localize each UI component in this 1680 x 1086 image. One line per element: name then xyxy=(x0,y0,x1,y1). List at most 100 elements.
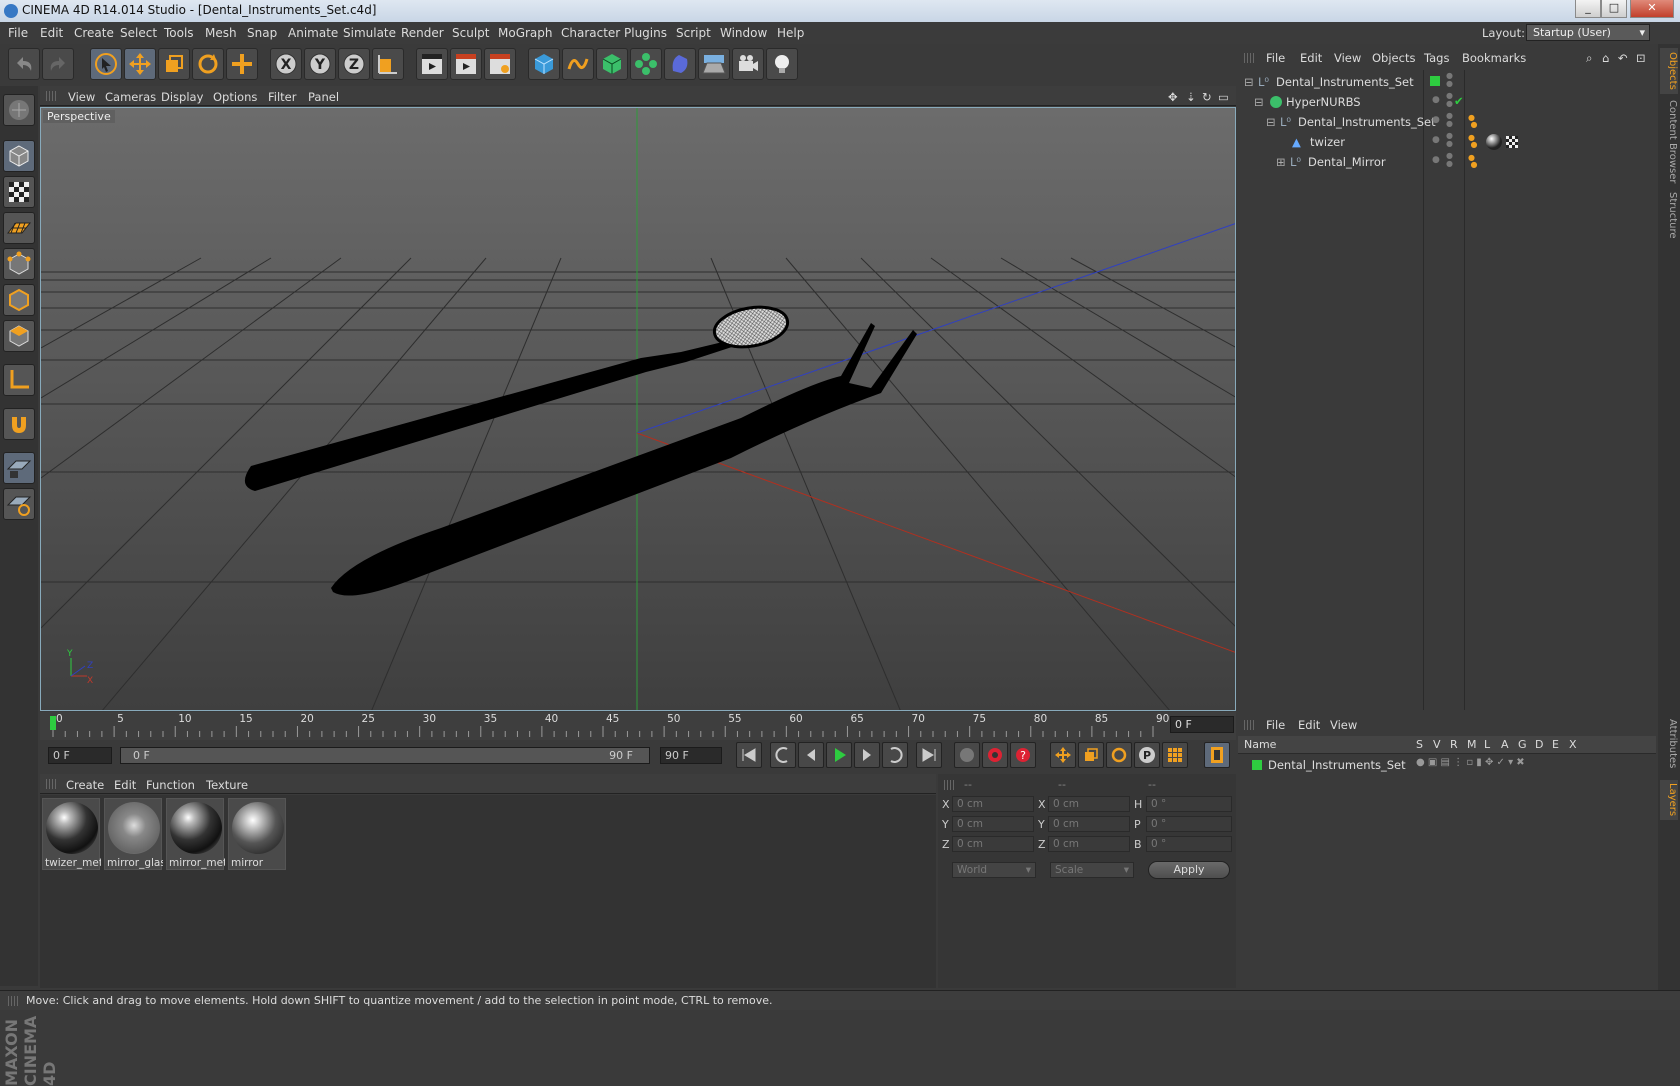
redo-button[interactable] xyxy=(42,48,74,80)
rotate-tool-button[interactable] xyxy=(192,48,224,80)
play-button[interactable] xyxy=(826,742,852,768)
menu-plugins[interactable]: Plugins xyxy=(624,26,667,40)
y-axis-lock-button[interactable]: Y xyxy=(304,48,336,80)
prev-key-button[interactable] xyxy=(770,742,796,768)
frame-range-slider[interactable]: 0 F 90 F xyxy=(120,747,650,764)
timeline-ruler[interactable]: 0 5 10 15 20 25 30 35 40 45 50 55 60 65 70 75 80 85 90 xyxy=(50,713,1169,738)
visibility-dots-icon[interactable]: ● ● xyxy=(1446,132,1453,148)
column-solo[interactable]: S xyxy=(1416,738,1423,751)
size-y-field[interactable]: 0 cm xyxy=(1048,816,1130,832)
menu-mesh[interactable]: Mesh xyxy=(205,26,237,40)
move-tool-button[interactable] xyxy=(124,48,156,80)
render-picture-viewer-button[interactable] xyxy=(450,48,482,80)
menu-character[interactable]: Character xyxy=(561,26,620,40)
column-expressions[interactable]: E xyxy=(1552,738,1559,751)
panel-grip-icon[interactable] xyxy=(46,91,56,101)
material-swatch[interactable]: mirror xyxy=(228,798,286,870)
tag-icon[interactable]: ● ● xyxy=(1468,154,1478,169)
layer-color-icon[interactable] xyxy=(1252,760,1262,770)
menu-render[interactable]: Render xyxy=(401,26,444,40)
go-to-start-button[interactable] xyxy=(736,742,762,768)
column-render[interactable]: R xyxy=(1450,738,1458,751)
position-y-field[interactable]: 0 cm xyxy=(952,816,1034,832)
planar-workplane-button[interactable] xyxy=(3,488,35,520)
object-menu-bookmarks[interactable]: Bookmarks xyxy=(1462,51,1526,65)
undo-button[interactable] xyxy=(8,48,40,80)
menu-select[interactable]: Select xyxy=(120,26,157,40)
visibility-dot-icon[interactable]: ● xyxy=(1432,95,1440,105)
viewport-menu-panel[interactable]: Panel xyxy=(308,90,339,104)
object-menu-objects[interactable]: Objects xyxy=(1372,51,1415,65)
menu-help[interactable]: Help xyxy=(777,26,804,40)
viewport-menu-cameras[interactable]: Cameras xyxy=(105,90,156,104)
viewport-menu-options[interactable]: Options xyxy=(213,90,257,104)
menu-tools[interactable]: Tools xyxy=(164,26,194,40)
column-view[interactable]: V xyxy=(1433,738,1441,751)
rotation-b-field[interactable]: 0 ° xyxy=(1146,836,1232,852)
current-frame-field[interactable]: 0 F xyxy=(1170,716,1234,733)
viewport-menu-view[interactable]: View xyxy=(68,90,95,104)
column-locked[interactable]: L xyxy=(1484,738,1490,751)
key-rotation-button[interactable] xyxy=(1106,742,1132,768)
layer-menu-file[interactable]: File xyxy=(1266,718,1285,732)
coordinate-system-button[interactable] xyxy=(372,48,404,80)
menu-window[interactable]: Window xyxy=(720,26,767,40)
perspective-viewport[interactable]: Y Z X Perspective xyxy=(40,107,1236,711)
material-tag-icon[interactable] xyxy=(1486,134,1502,150)
object-row-hypernurbs[interactable]: ⊟ HyperNURBS ● ● ● ✔ xyxy=(1238,92,1656,112)
viewport-menu-filter[interactable]: Filter xyxy=(268,90,296,104)
viewport-zoom-icon[interactable]: ⇣ xyxy=(1186,90,1196,104)
layer-flags-icons[interactable]: ● ▣ ▤ ⋮ ▫ ▮ ✥ ✓ ▾ ✖ xyxy=(1416,757,1525,768)
search-icon[interactable]: ⌕ xyxy=(1586,51,1592,66)
panel-grip-icon[interactable] xyxy=(944,780,954,790)
add-array-button[interactable] xyxy=(630,48,662,80)
collapse-icon[interactable]: ⊟ xyxy=(1244,75,1254,89)
add-cube-button[interactable] xyxy=(528,48,560,80)
key-pla-button[interactable] xyxy=(1162,742,1188,768)
object-menu-view[interactable]: View xyxy=(1334,51,1361,65)
visibility-dots-icon[interactable]: ● ● xyxy=(1446,92,1453,108)
autokeying-button[interactable] xyxy=(982,742,1008,768)
keyframe-selection-button[interactable]: ? xyxy=(1010,742,1036,768)
visibility-dot-icon[interactable]: ● xyxy=(1432,135,1440,145)
key-position-button[interactable] xyxy=(1050,742,1076,768)
material-swatch[interactable]: twizer_met xyxy=(42,798,101,870)
end-frame-field[interactable]: 90 F xyxy=(660,747,722,764)
make-editable-button[interactable] xyxy=(3,94,35,126)
rotation-p-field[interactable]: 0 ° xyxy=(1146,816,1232,832)
add-nurbs-button[interactable] xyxy=(596,48,628,80)
x-axis-lock-button[interactable]: X xyxy=(270,48,302,80)
material-swatch[interactable]: mirror_glas xyxy=(104,798,163,870)
minimize-button[interactable]: _ xyxy=(1575,0,1601,18)
layer-menu-view[interactable]: View xyxy=(1330,718,1357,732)
menu-file[interactable]: File xyxy=(8,26,28,40)
size-mode-select[interactable]: Scale ▾ xyxy=(1050,862,1134,878)
next-key-button[interactable] xyxy=(882,742,908,768)
tab-objects[interactable]: Objects xyxy=(1660,48,1678,94)
timeline-window-button[interactable] xyxy=(1204,742,1230,768)
menu-script[interactable]: Script xyxy=(676,26,711,40)
add-spline-button[interactable] xyxy=(562,48,594,80)
timeline[interactable]: 0 5 10 15 20 25 30 35 40 45 50 55 60 65 70 75 80 85 90 0 F xyxy=(40,712,1236,740)
visibility-dot-icon[interactable]: ● xyxy=(1432,115,1440,125)
expand-icon[interactable]: ⊞ xyxy=(1276,155,1286,169)
viewport-toggle-icon[interactable]: ▭ xyxy=(1218,90,1229,104)
layer-color-icon[interactable] xyxy=(1430,76,1440,86)
start-frame-field[interactable]: 0 F xyxy=(48,747,112,764)
workplane-mode-button[interactable] xyxy=(3,212,35,244)
axis-mode-button[interactable] xyxy=(3,364,35,396)
position-z-field[interactable]: 0 cm xyxy=(952,836,1034,852)
tab-structure[interactable]: Structure xyxy=(1660,190,1678,240)
object-row-twizer[interactable]: ▲ twizer ● ● ● ● ● xyxy=(1238,132,1656,152)
material-menu-function[interactable]: Function xyxy=(146,778,195,792)
tab-attributes[interactable]: Attributes xyxy=(1660,714,1678,774)
column-deformers[interactable]: D xyxy=(1535,738,1543,751)
object-menu-edit[interactable]: Edit xyxy=(1300,51,1322,65)
panel-grip-icon[interactable] xyxy=(1244,720,1254,730)
menu-simulate[interactable]: Simulate xyxy=(343,26,396,40)
close-button[interactable]: ✕ xyxy=(1630,0,1674,18)
object-row-dental-mirror[interactable]: ⊞ L⁰ Dental_Mirror ● ● ● ● ● xyxy=(1238,152,1656,172)
column-generators[interactable]: G xyxy=(1518,738,1527,751)
back-icon[interactable]: ↶ xyxy=(1618,51,1628,65)
material-menu-create[interactable]: Create xyxy=(66,778,104,792)
